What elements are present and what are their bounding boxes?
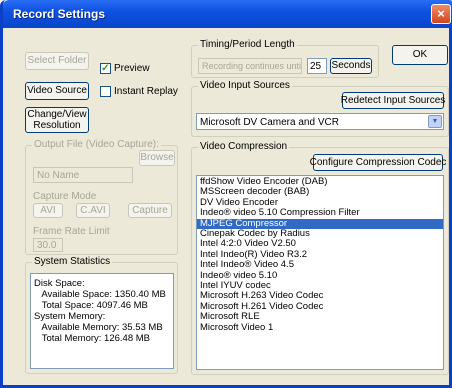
video-input-value: Microsoft DV Camera and VCR [200, 117, 339, 128]
stat-line: Total Memory: 126.48 MB [34, 333, 150, 344]
stat-line: Available Space: 1350.40 MB [34, 289, 166, 300]
stat-line: Total Space: 4097.46 MB [34, 300, 148, 311]
video-compression-label: Video Compression [198, 141, 290, 153]
window-title: Record Settings [13, 7, 106, 21]
recording-length-field[interactable]: Recording continues until stop [198, 58, 302, 74]
stat-line: System Memory: [34, 311, 106, 322]
instant-replay-label: Instant Replay [114, 86, 178, 97]
browse-button[interactable]: Browse [139, 150, 175, 166]
seconds-button[interactable]: Seconds [330, 58, 372, 74]
capture-mode-label: Capture Mode [33, 191, 97, 202]
preview-label: Preview [114, 63, 150, 74]
frame-rate-field[interactable]: 30.0 [33, 238, 63, 252]
video-input-label: Video Input Sources [198, 80, 292, 92]
close-button[interactable]: × [431, 4, 451, 24]
mode-avi-button[interactable]: AVI [33, 203, 63, 218]
configure-codec-button[interactable]: Configure Compression Codec [310, 154, 446, 171]
change-resolution-button[interactable]: Change/View Resolution [25, 107, 89, 133]
chevron-down-icon[interactable]: ▼ [428, 115, 442, 128]
select-folder-button[interactable]: Select Folder [25, 52, 89, 70]
mode-capture-button[interactable]: Capture [128, 203, 172, 218]
frame-rate-limit-label: Frame Rate Limit [33, 226, 110, 237]
system-statistics-label: System Statistics [32, 256, 113, 268]
output-filename-field[interactable]: No Name [33, 167, 133, 183]
recording-length-label: Timing/Period Length [198, 39, 297, 51]
instant-replay-checkbox[interactable]: Instant Replay [100, 86, 178, 97]
video-input-select[interactable]: Microsoft DV Camera and VCR ▼ [196, 113, 444, 130]
mode-cavi-button[interactable]: C.AVI [76, 203, 110, 218]
check-icon: ✓ [100, 63, 111, 74]
redetect-sources-button[interactable]: Redetect Input Sources [341, 92, 445, 109]
ok-button[interactable]: OK [392, 45, 448, 65]
preview-checkbox[interactable]: ✓ Preview [100, 63, 150, 74]
video-source-button[interactable]: Video Source [25, 82, 89, 100]
list-item[interactable]: Microsoft Video 1 [197, 322, 443, 333]
checkbox-icon [100, 86, 111, 97]
codec-listbox[interactable]: ffdShow Video Encoder (DAB) MSScreen dec… [196, 175, 444, 370]
stat-line: Disk Space: [34, 278, 85, 289]
length-spin-field[interactable]: 25 [307, 58, 327, 74]
system-statistics-box: Disk Space: Available Space: 1350.40 MB … [30, 273, 174, 369]
record-settings-window: Record Settings × Select Folder ✓ Previe… [0, 0, 452, 388]
stat-line: Available Memory: 35.53 MB [34, 322, 163, 333]
title-bar[interactable]: Record Settings × [3, 0, 452, 28]
